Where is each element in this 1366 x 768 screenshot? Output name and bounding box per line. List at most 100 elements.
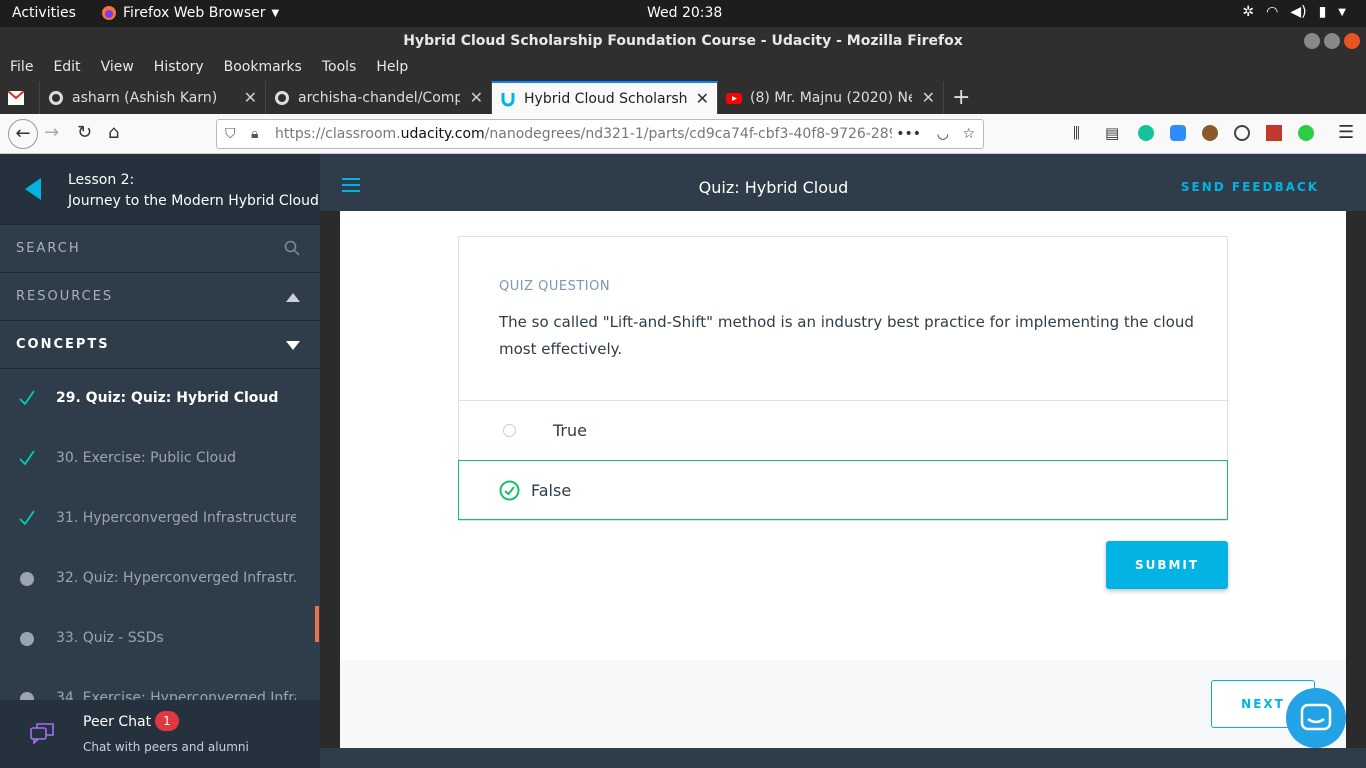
menu-view[interactable]: View [91, 55, 144, 81]
menu-edit[interactable]: Edit [43, 55, 90, 81]
menu-history[interactable]: History [144, 55, 214, 81]
concepts-label: CONCEPTS [16, 337, 110, 352]
close-tab-icon[interactable]: ✕ [244, 88, 257, 107]
tab-github-archisha[interactable]: archisha-chandel/Compu ✕ [266, 81, 492, 114]
url-path: /nanodegrees/nd321-1/parts/cd9ca74f-cbf3… [484, 126, 898, 142]
navigation-bar: ← → ↻ ⌂ ⛉ 🔒︎ https://classroom.udacity.c… [0, 114, 1366, 154]
help-chat-button[interactable] [1286, 688, 1346, 748]
library-icon[interactable]: ⫼ [1073, 124, 1080, 142]
volume-icon[interactable]: ◀) [1290, 4, 1306, 20]
concept-label: 29. Quiz: Quiz: Hybrid Cloud [56, 390, 279, 406]
option-label: True [553, 421, 587, 440]
tab-github-asharn[interactable]: asharn (Ashish Karn) ✕ [40, 81, 266, 114]
window-controls [1304, 33, 1360, 49]
gmail-icon [8, 90, 24, 105]
chevron-down-icon: ▼ [271, 7, 280, 19]
battery-icon[interactable]: ▮ [1319, 4, 1327, 20]
chat-icon [30, 723, 54, 744]
concept-item[interactable]: 31. Hyperconverged Infrastructure... [0, 489, 320, 549]
chat-bubble-icon [1300, 703, 1332, 731]
close-window-button[interactable] [1344, 33, 1360, 49]
youtube-icon [726, 92, 742, 104]
menu-bookmarks[interactable]: Bookmarks [214, 55, 312, 81]
activities-button[interactable]: Activities [12, 5, 76, 21]
close-tab-icon[interactable]: ✕ [470, 88, 483, 107]
submit-button[interactable]: SUBMIT [1106, 541, 1228, 589]
clock[interactable]: Wed 20:38 [647, 5, 722, 21]
search-icon[interactable] [284, 240, 300, 256]
peer-chat-subtitle: Chat with peers and alumni [83, 740, 249, 754]
tab-gmail[interactable] [0, 81, 40, 114]
concept-item[interactable]: 32. Quiz: Hyperconverged Infrastr... [0, 549, 320, 609]
answer-option-true[interactable]: True [459, 400, 1229, 460]
lock-icon[interactable]: 🔒︎ [251, 120, 258, 148]
system-tray[interactable]: ✲ ◠ ◀) ▮ ▼ [1242, 4, 1346, 20]
tab-youtube[interactable]: (8) Mr. Majnu (2020) New ✕ [718, 81, 944, 114]
tab-bar: asharn (Ashish Karn) ✕ archisha-chandel/… [0, 81, 1366, 114]
concept-label: 31. Hyperconverged Infrastructure... [56, 510, 296, 526]
lesson-name: Journey to the Modern Hybrid Cloud [68, 193, 319, 209]
udacity-icon [501, 92, 515, 106]
sidebar-resources[interactable]: RESOURCES [0, 273, 320, 321]
sidebar-toggle-icon[interactable]: ▤ [1105, 124, 1119, 142]
concept-item[interactable]: 29. Quiz: Quiz: Hybrid Cloud [0, 369, 320, 429]
concept-label: 30. Exercise: Public Cloud [56, 450, 237, 466]
firefox-icon [102, 6, 116, 20]
menu-help[interactable]: Help [366, 55, 418, 81]
sidebar-search[interactable]: SEARCH [0, 225, 320, 273]
sidebar-concepts[interactable]: CONCEPTS [0, 321, 320, 369]
concept-item[interactable]: 33. Quiz - SSDs [0, 609, 320, 669]
send-feedback-link[interactable]: SEND FEEDBACK [1181, 180, 1319, 194]
quiz-label: QUIZ QUESTION [499, 279, 611, 294]
menu-file[interactable]: File [0, 55, 43, 81]
forward-button[interactable]: → [44, 122, 59, 143]
close-tab-icon[interactable]: ✕ [922, 88, 935, 107]
sidebar-scrollbar[interactable] [315, 606, 319, 642]
quiz-card: QUIZ QUESTION The so called "Lift-and-Sh… [458, 236, 1229, 521]
concept-label: 33. Quiz - SSDs [56, 630, 164, 646]
peer-chat[interactable]: Peer Chat 1 Chat with peers and alumni [0, 700, 320, 768]
close-tab-icon[interactable]: ✕ [696, 89, 709, 108]
classroom-sidebar: Lesson 2: Journey to the Modern Hybrid C… [0, 154, 320, 768]
resources-label: RESOURCES [16, 289, 114, 304]
extension-icon[interactable] [1298, 125, 1314, 141]
notification-badge: 1 [155, 711, 179, 731]
account-icon[interactable] [1234, 125, 1250, 141]
zoom-icon[interactable] [1170, 125, 1186, 141]
app-menu[interactable]: Firefox Web Browser ▼ [101, 5, 279, 21]
check-circle-icon [499, 480, 520, 501]
github-icon [275, 90, 289, 105]
extension-icon[interactable] [1266, 125, 1282, 141]
chevron-down-icon[interactable]: ▼ [1338, 7, 1346, 18]
cookie-icon[interactable] [1202, 125, 1218, 141]
footer-area [340, 660, 1346, 748]
grammarly-icon[interactable] [1138, 125, 1154, 141]
classroom-header: Quiz: Hybrid Cloud SEND FEEDBACK [320, 154, 1366, 211]
more-actions-icon[interactable]: ••• [892, 120, 921, 148]
star-icon[interactable]: ☆ [962, 120, 975, 148]
tab-udacity[interactable]: Hybrid Cloud Scholarship ✕ [492, 81, 718, 114]
maximize-button[interactable] [1324, 33, 1340, 49]
lesson-header[interactable]: Lesson 2: Journey to the Modern Hybrid C… [0, 154, 320, 225]
back-arrow-icon[interactable] [25, 178, 41, 200]
check-icon [19, 390, 35, 406]
url-domain: udacity.com [400, 126, 485, 142]
concept-item[interactable]: 30. Exercise: Public Cloud [0, 429, 320, 489]
answer-option-false[interactable]: False [458, 460, 1228, 520]
radio-button[interactable] [503, 424, 516, 437]
new-tab-button[interactable]: + [944, 81, 984, 114]
chevron-down-icon [286, 341, 300, 350]
hamburger-menu-icon[interactable]: ☰ [1338, 122, 1354, 143]
url-bar[interactable]: ⛉ 🔒︎ https://classroom.udacity.com/nanod… [216, 119, 984, 149]
home-button[interactable]: ⌂ [108, 122, 119, 143]
pocket-icon[interactable]: ◡ [937, 120, 949, 148]
check-icon [19, 450, 35, 466]
slack-icon[interactable]: ✲ [1242, 4, 1254, 20]
back-button[interactable]: ← [8, 119, 38, 149]
quiz-question: The so called "Lift-and-Shift" method is… [499, 313, 1194, 358]
minimize-button[interactable] [1304, 33, 1320, 49]
shield-icon[interactable]: ⛉ [225, 120, 236, 148]
wifi-icon[interactable]: ◠ [1266, 4, 1278, 20]
menu-tools[interactable]: Tools [312, 55, 367, 81]
reload-button[interactable]: ↻ [77, 122, 92, 143]
